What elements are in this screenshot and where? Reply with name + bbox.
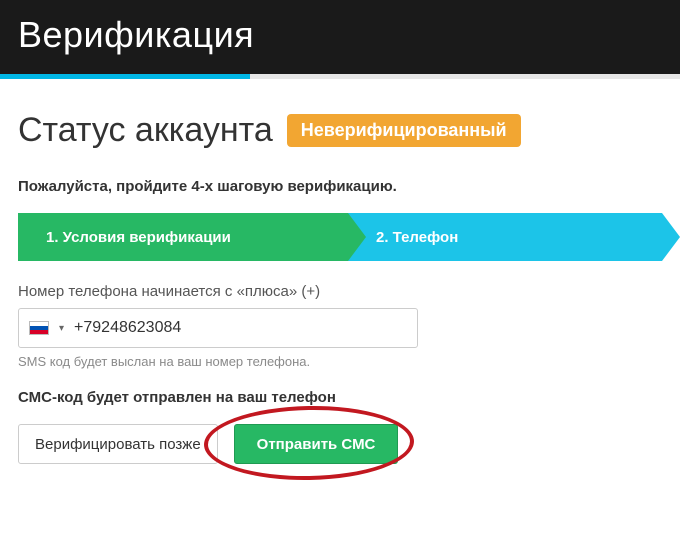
step-2-label: 2. Телефон	[376, 229, 458, 246]
verify-later-button[interactable]: Верифицировать позже	[18, 424, 218, 464]
page-title: Верификация	[18, 14, 662, 56]
phone-label: Номер телефона начинается с «плюса» (+)	[18, 283, 662, 300]
accent-bar	[0, 74, 680, 79]
phone-input[interactable]	[74, 319, 407, 337]
phone-hint: SMS код будет выслан на ваш номер телефо…	[18, 354, 662, 369]
phone-input-group[interactable]: ▾	[18, 308, 418, 348]
status-line: Статус аккаунта Неверифицированный	[18, 111, 662, 150]
page-header: Верификация	[0, 0, 680, 74]
content-area: Статус аккаунта Неверифицированный Пожал…	[0, 79, 680, 482]
step-1-conditions[interactable]: 1. Условия верификации	[18, 213, 348, 261]
status-title: Статус аккаунта	[18, 111, 273, 150]
flag-ru-icon[interactable]	[29, 321, 49, 335]
step-progress: 1. Условия верификации 2. Телефон	[18, 213, 662, 261]
annotation-wrap: Отправить СМС	[234, 424, 399, 464]
step-2-phone[interactable]: 2. Телефон	[348, 213, 662, 261]
step-1-label: 1. Условия верификации	[46, 229, 231, 246]
status-badge: Неверифицированный	[287, 114, 521, 147]
action-row: Верифицировать позже Отправить СМС	[18, 424, 662, 464]
chevron-down-icon[interactable]: ▾	[59, 323, 64, 334]
send-sms-button[interactable]: Отправить СМС	[234, 424, 399, 464]
sms-note: СМС-код будет отправлен на ваш телефон	[18, 389, 662, 406]
instruction-text: Пожалуйста, пройдите 4-х шаговую верифик…	[18, 178, 662, 195]
